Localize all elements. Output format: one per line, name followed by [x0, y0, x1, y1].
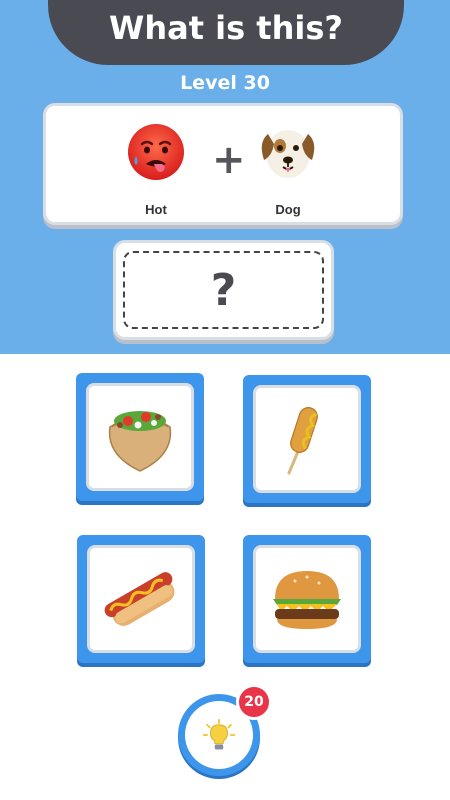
top-area: What is this? Level 30 Hot + Dog ?: [0, 0, 450, 354]
answer-placeholder: ?: [210, 264, 237, 316]
hamburger-icon: [273, 571, 341, 629]
option-card: [86, 383, 194, 491]
hamburger-option[interactable]: [243, 535, 371, 663]
clue-card: Hot + Dog: [43, 103, 403, 225]
hot-dog-option[interactable]: [77, 535, 205, 663]
hot-dog-icon: [104, 572, 175, 626]
option-card: [253, 385, 361, 493]
stuffed-flatbread-icon: [108, 411, 172, 472]
corn-dog-icon: [287, 407, 318, 475]
option-card: [253, 545, 361, 653]
answer-slot[interactable]: ?: [113, 240, 334, 340]
hot-face-icon: [124, 120, 188, 184]
clue-right-label: Dog: [275, 202, 301, 217]
plus-operator: +: [212, 137, 246, 183]
level-label: Level 30: [180, 72, 270, 94]
title-banner: What is this?: [48, 0, 404, 65]
clue-left-label: Hot: [145, 202, 167, 217]
dog-face-icon: [256, 120, 320, 184]
option-card: [87, 545, 195, 653]
pita-falafel-option[interactable]: [76, 373, 204, 501]
page-title: What is this?: [109, 9, 343, 47]
hint-count-badge: 20: [236, 684, 272, 720]
lightbulb-icon: [202, 718, 236, 750]
corn-dog-option[interactable]: [243, 375, 371, 503]
answer-dashed-box: ?: [123, 251, 324, 329]
